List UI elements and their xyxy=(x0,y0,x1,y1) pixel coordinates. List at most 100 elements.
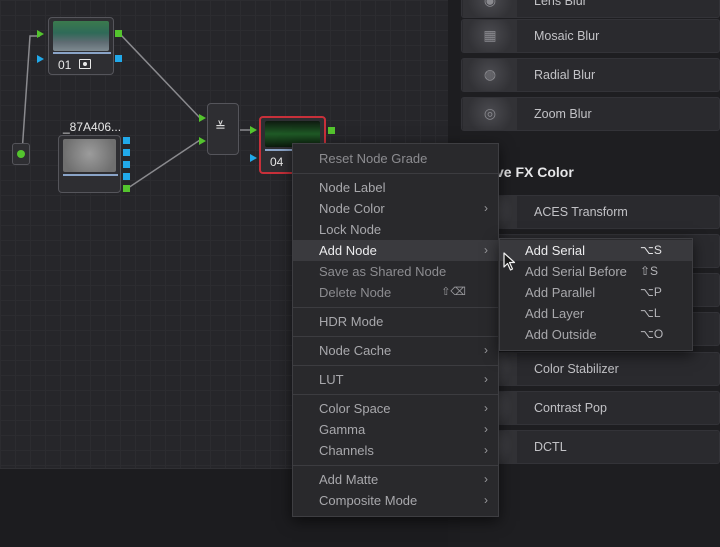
fx-item-label: Lens Blur xyxy=(534,0,587,8)
zoom-blur-icon: ◎ xyxy=(463,98,517,130)
menu-lock-node[interactable]: Lock Node xyxy=(293,219,498,240)
menu-composite-mode[interactable]: Composite Mode › xyxy=(293,490,498,511)
submenu-item-label: Add Parallel xyxy=(525,285,596,300)
fx-item-contrast-pop[interactable]: ◐ Contrast Pop xyxy=(461,391,720,425)
section-title-fx-color: ve FX Color xyxy=(496,164,574,180)
source-input[interactable] xyxy=(12,143,30,165)
node-01-input-alpha[interactable] xyxy=(37,55,44,63)
menu-item-label: Composite Mode xyxy=(319,493,418,508)
node-02[interactable] xyxy=(58,135,121,193)
fx-item-label: DCTL xyxy=(534,440,567,454)
node-context-menu: Reset Node Grade Node Label Node Color › … xyxy=(292,143,499,517)
node-01-output-rgb[interactable] xyxy=(115,30,122,37)
menu-item-label: Delete Node xyxy=(319,285,392,300)
menu-item-label: Reset Node Grade xyxy=(319,151,428,166)
chevron-right-icon: › xyxy=(484,493,488,507)
fx-item-label: Mosaic Blur xyxy=(534,29,600,43)
submenu-item-label: Add Serial xyxy=(525,243,585,258)
menu-color-space[interactable]: Color Space › xyxy=(293,398,498,419)
menu-item-label: Node Cache xyxy=(319,343,392,358)
fx-item-zoom-blur[interactable]: ◎ Zoom Blur xyxy=(461,97,720,131)
submenu-add-parallel[interactable]: Add Parallel ⌥P xyxy=(500,282,692,303)
menu-item-label: Color Space xyxy=(319,401,391,416)
node-01-label: 01 xyxy=(58,58,72,72)
menu-item-label: Gamma xyxy=(319,422,366,437)
menu-node-label[interactable]: Node Label xyxy=(293,177,498,198)
fx-item-label: Contrast Pop xyxy=(534,401,607,415)
blur-icon: ◉ xyxy=(463,0,517,17)
fx-item-mosaic-blur[interactable]: ▦ Mosaic Blur xyxy=(461,19,720,53)
add-node-submenu: Add Serial ⌥S Add Serial Before ⇧S Add Par… xyxy=(499,238,693,351)
submenu-shortcut: ⇧S xyxy=(640,264,659,278)
fx-item-color-stabilizer[interactable]: ↓ Color Stabilizer xyxy=(461,352,720,386)
node-01[interactable]: 01 xyxy=(48,17,114,75)
submenu-add-layer[interactable]: Add Layer ⌥L xyxy=(500,303,692,324)
fx-item-label: Color Stabilizer xyxy=(534,362,619,376)
menu-delete-node[interactable]: Delete Node ⇧⌫ xyxy=(293,282,498,303)
menu-node-color[interactable]: Node Color › xyxy=(293,198,498,219)
node-04-input-rgb[interactable] xyxy=(250,126,257,134)
chevron-right-icon: › xyxy=(484,243,488,257)
mixer-input-2[interactable] xyxy=(199,137,206,145)
menu-save-as-shared-node[interactable]: Save as Shared Node xyxy=(293,261,498,282)
fx-item-radial-blur[interactable]: ◍ Radial Blur xyxy=(461,58,720,92)
menu-hdr-mode[interactable]: HDR Mode xyxy=(293,311,498,332)
submenu-add-serial[interactable]: Add Serial ⌥S xyxy=(500,240,692,261)
mosaic-icon: ▦ xyxy=(463,20,517,52)
fx-item-dctl[interactable]: ▤ DCTL xyxy=(461,430,720,464)
menu-item-label: Node Label xyxy=(319,180,386,195)
camera-icon xyxy=(79,59,91,69)
fx-item-label: Zoom Blur xyxy=(534,107,592,121)
menu-item-label: Lock Node xyxy=(319,222,382,237)
chevron-right-icon: › xyxy=(484,401,488,415)
node-01-thumbnail xyxy=(53,21,109,51)
menu-gamma[interactable]: Gamma › xyxy=(293,419,498,440)
node-02-output-3[interactable] xyxy=(123,161,130,168)
menu-item-label: Channels xyxy=(319,443,374,458)
node-04-input-alpha[interactable] xyxy=(250,154,257,162)
node-01-input-rgb[interactable] xyxy=(37,30,44,38)
menu-item-label: Add Matte xyxy=(319,472,379,487)
menu-item-label: HDR Mode xyxy=(319,314,384,329)
submenu-add-serial-before[interactable]: Add Serial Before ⇧S xyxy=(500,261,692,282)
node-04-label: 04 xyxy=(270,155,284,169)
chevron-right-icon: › xyxy=(484,372,488,386)
submenu-add-outside[interactable]: Add Outside ⌥O xyxy=(500,324,692,345)
menu-item-label: Add Node xyxy=(319,243,377,258)
node-02-output-rgb[interactable] xyxy=(123,185,130,192)
fx-item-label: Radial Blur xyxy=(534,68,596,82)
menu-item-label: Node Color xyxy=(319,201,385,216)
mixer-input-1[interactable] xyxy=(199,114,206,122)
node-02-thumbnail xyxy=(63,139,116,172)
submenu-shortcut: ⌥P xyxy=(640,285,662,299)
fx-item-lens-blur[interactable]: ◉ Lens Blur xyxy=(461,0,720,18)
node-04-output-rgb[interactable] xyxy=(328,127,335,134)
menu-node-cache[interactable]: Node Cache › xyxy=(293,340,498,361)
chevron-right-icon: › xyxy=(484,443,488,457)
fx-item-label: ACES Transform xyxy=(534,205,628,219)
menu-channels[interactable]: Channels › xyxy=(293,440,498,461)
submenu-item-label: Add Outside xyxy=(525,327,597,342)
parallel-mixer-node[interactable]: ≚ xyxy=(207,103,239,155)
chevron-right-icon: › xyxy=(484,422,488,436)
fx-item-aces-transform[interactable]: S ACES Transform xyxy=(461,195,720,229)
submenu-shortcut: ⌥L xyxy=(640,306,661,320)
submenu-shortcut: ⌥O xyxy=(640,327,664,341)
submenu-item-label: Add Serial Before xyxy=(525,264,627,279)
radial-blur-icon: ◍ xyxy=(463,59,517,91)
node-02-output-2[interactable] xyxy=(123,149,130,156)
menu-add-node[interactable]: Add Node › xyxy=(293,240,498,261)
submenu-item-label: Add Layer xyxy=(525,306,585,321)
chevron-right-icon: › xyxy=(484,343,488,357)
menu-add-matte[interactable]: Add Matte › xyxy=(293,469,498,490)
node-02-output-1[interactable] xyxy=(123,137,130,144)
menu-reset-node-grade[interactable]: Reset Node Grade xyxy=(293,148,498,169)
mouse-cursor-icon xyxy=(503,252,516,271)
delete-shortcut: ⇧⌫ xyxy=(441,286,466,298)
node-02-output-4[interactable] xyxy=(123,173,130,180)
menu-item-label: LUT xyxy=(319,372,344,387)
parallel-mixer-icon: ≚ xyxy=(215,120,226,135)
menu-lut[interactable]: LUT › xyxy=(293,369,498,390)
node-01-output-alpha[interactable] xyxy=(115,55,122,62)
submenu-shortcut: ⌥S xyxy=(640,243,662,257)
